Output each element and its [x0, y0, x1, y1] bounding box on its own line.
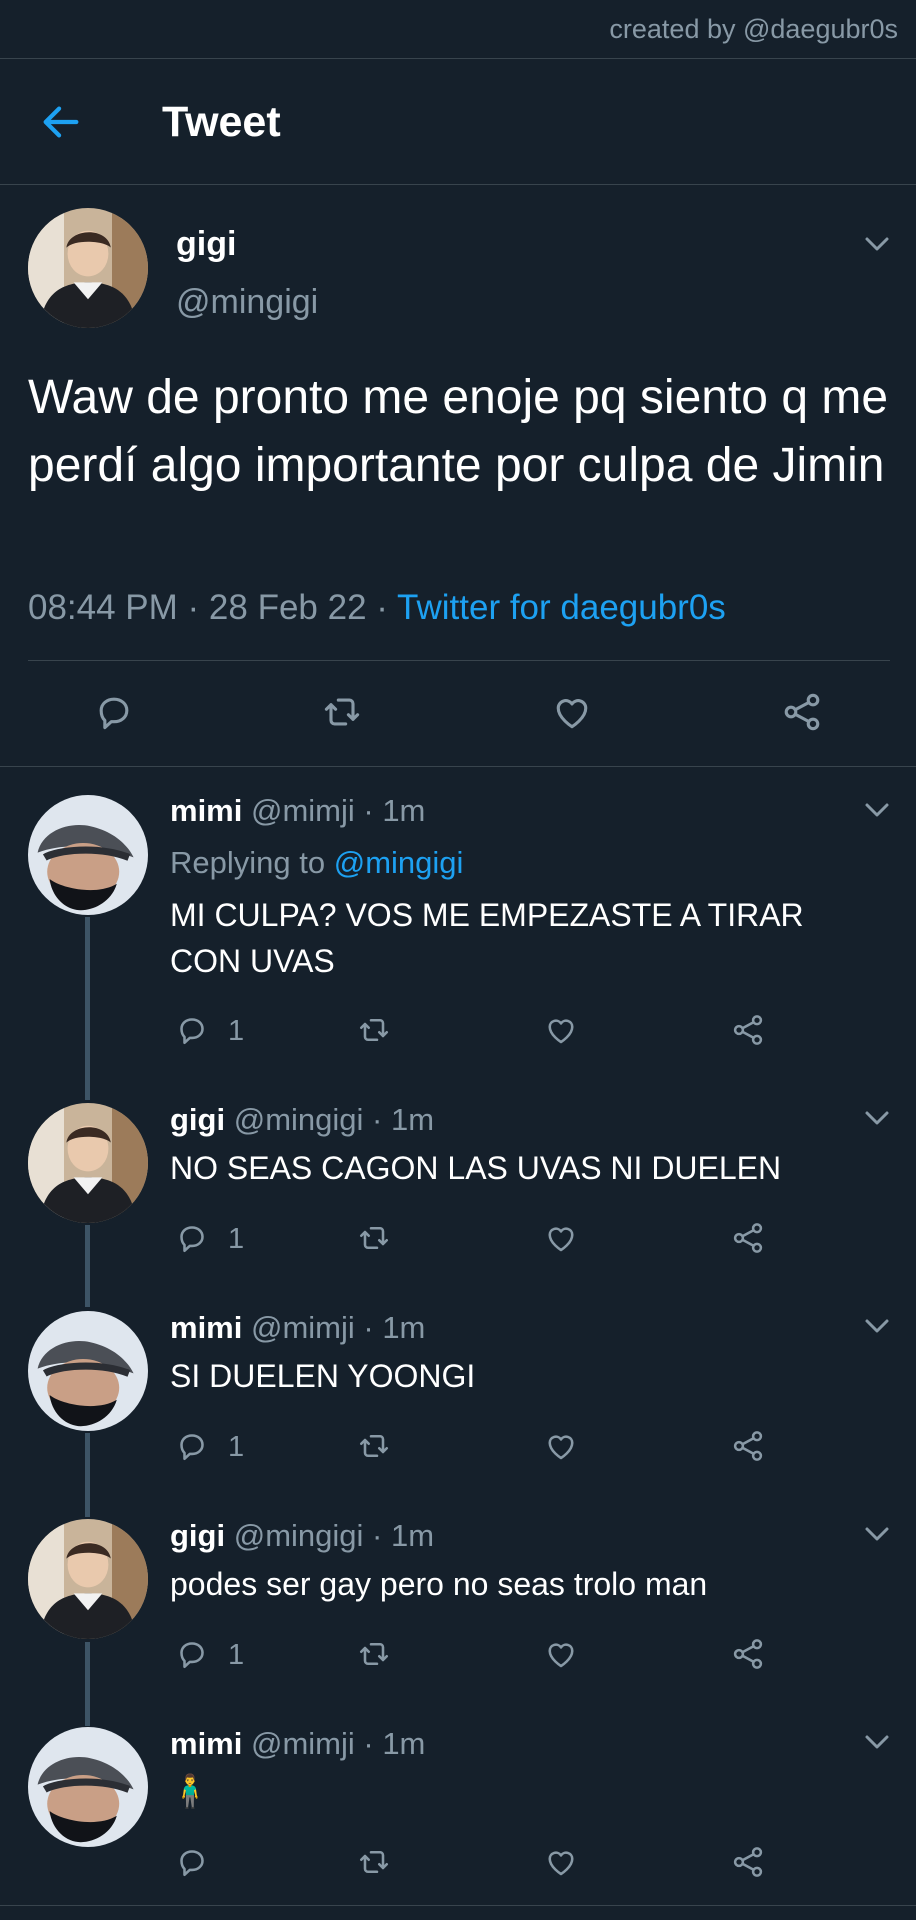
avatar[interactable] — [28, 1311, 148, 1431]
reply-time: · 1m — [354, 1310, 426, 1345]
share-icon[interactable] — [780, 690, 824, 734]
reply-author-handle[interactable]: @mingigi — [234, 1518, 364, 1553]
divider — [0, 58, 916, 59]
reply-header: mimi @mimji · 1m — [170, 1726, 425, 1762]
retweet-icon[interactable] — [320, 690, 364, 734]
like-icon[interactable] — [543, 1012, 579, 1048]
tweet-meta: 08:44 PM · 28 Feb 22 · Twitter for daegu… — [28, 588, 726, 628]
reply-icon[interactable] — [174, 1012, 210, 1048]
chevron-down-icon[interactable] — [862, 234, 892, 254]
share-icon[interactable] — [730, 1844, 766, 1880]
tweet-text: Waw de pronto me enoje pq siento q me pe… — [28, 371, 889, 492]
share-icon[interactable] — [730, 1636, 766, 1672]
thread-line — [85, 917, 90, 1100]
avatar[interactable] — [28, 208, 148, 328]
reply-header: mimi @mimji · 1m — [170, 793, 425, 829]
reply-text: NO SEAS CAGON LAS UVAS NI DUELEN — [170, 1150, 782, 1186]
like-icon[interactable] — [543, 1220, 579, 1256]
replying-to-link[interactable]: @mingigi — [334, 845, 464, 880]
reply-author-handle[interactable]: @mimji — [251, 1726, 355, 1761]
retweet-icon[interactable] — [356, 1636, 392, 1672]
chevron-down-icon[interactable] — [862, 1108, 892, 1128]
reply-text: MI CULPA? VOS ME EMPEZASTE A TIRAR CON U… — [170, 897, 804, 979]
retweet-icon[interactable] — [356, 1844, 392, 1880]
like-icon[interactable] — [550, 690, 594, 734]
thread-line — [85, 1433, 90, 1517]
chevron-down-icon[interactable] — [862, 1524, 892, 1544]
author-name[interactable]: gigi — [176, 225, 236, 264]
reply-icon[interactable] — [174, 1428, 210, 1464]
reply-author-name[interactable]: mimi — [170, 1310, 242, 1345]
reply-author-name[interactable]: gigi — [170, 1102, 225, 1137]
like-icon[interactable] — [543, 1428, 579, 1464]
avatar[interactable] — [28, 1727, 148, 1847]
reply-time: · 1m — [363, 1102, 435, 1137]
divider — [0, 766, 916, 767]
chevron-down-icon[interactable] — [862, 1316, 892, 1336]
reply-author-handle[interactable]: @mimji — [251, 1310, 355, 1345]
tweet-date: 28 Feb 22 — [208, 588, 367, 627]
reply-icon[interactable] — [174, 1844, 210, 1880]
reply-header: mimi @mimji · 1m — [170, 1310, 425, 1346]
meta-separator: · — [177, 588, 209, 627]
chevron-down-icon[interactable] — [862, 1732, 892, 1752]
reply-author-name[interactable]: gigi — [170, 1518, 225, 1553]
thread-line — [85, 1642, 90, 1726]
reply-count: 1 — [228, 1431, 245, 1463]
reply-header: gigi @mingigi · 1m — [170, 1102, 434, 1138]
replying-to-label: Replying to — [170, 845, 334, 880]
reply-header: gigi @mingigi · 1m — [170, 1518, 434, 1554]
back-arrow-icon[interactable] — [38, 99, 84, 145]
thread-line — [85, 1225, 90, 1307]
like-icon[interactable] — [543, 1636, 579, 1672]
reply-icon[interactable] — [92, 690, 136, 734]
share-icon[interactable] — [730, 1428, 766, 1464]
reply-author-name[interactable]: mimi — [170, 1726, 242, 1761]
page-title: Tweet — [162, 98, 281, 146]
tweet-source-link[interactable]: Twitter for daegubr0s — [397, 588, 726, 627]
reply-icon[interactable] — [174, 1636, 210, 1672]
tweet-time: 08:44 PM — [28, 588, 178, 627]
chevron-down-icon[interactable] — [862, 800, 892, 820]
reply-count: 1 — [228, 1015, 245, 1047]
share-icon[interactable] — [730, 1012, 766, 1048]
divider — [0, 184, 916, 185]
retweet-icon[interactable] — [356, 1012, 392, 1048]
retweet-icon[interactable] — [356, 1428, 392, 1464]
reply-count: 1 — [228, 1223, 245, 1255]
reply-author-handle[interactable]: @mingigi — [234, 1102, 364, 1137]
reply-icon[interactable] — [174, 1220, 210, 1256]
avatar[interactable] — [28, 1519, 148, 1639]
replying-to: Replying to @mingigi — [170, 845, 463, 881]
retweet-icon[interactable] — [356, 1220, 392, 1256]
watermark: created by @daegubr0s — [609, 14, 898, 44]
like-icon[interactable] — [543, 1844, 579, 1880]
reply-text: SI DUELEN YOONGI — [170, 1358, 476, 1394]
divider — [0, 1905, 916, 1906]
reply-author-handle[interactable]: @mimji — [251, 793, 355, 828]
share-icon[interactable] — [730, 1220, 766, 1256]
reply-text: podes ser gay pero no seas trolo man — [170, 1566, 708, 1602]
avatar[interactable] — [28, 795, 148, 915]
divider — [28, 660, 890, 661]
reply-text: 🧍‍♂️ — [170, 1773, 210, 1809]
avatar[interactable] — [28, 1103, 148, 1223]
reply-time: · 1m — [363, 1518, 435, 1553]
reply-count: 1 — [228, 1639, 245, 1671]
reply-time: · 1m — [354, 793, 426, 828]
reply-author-name[interactable]: mimi — [170, 793, 242, 828]
meta-separator: · — [366, 588, 398, 627]
reply-time: · 1m — [354, 1726, 426, 1761]
author-handle[interactable]: @mingigi — [176, 283, 318, 322]
